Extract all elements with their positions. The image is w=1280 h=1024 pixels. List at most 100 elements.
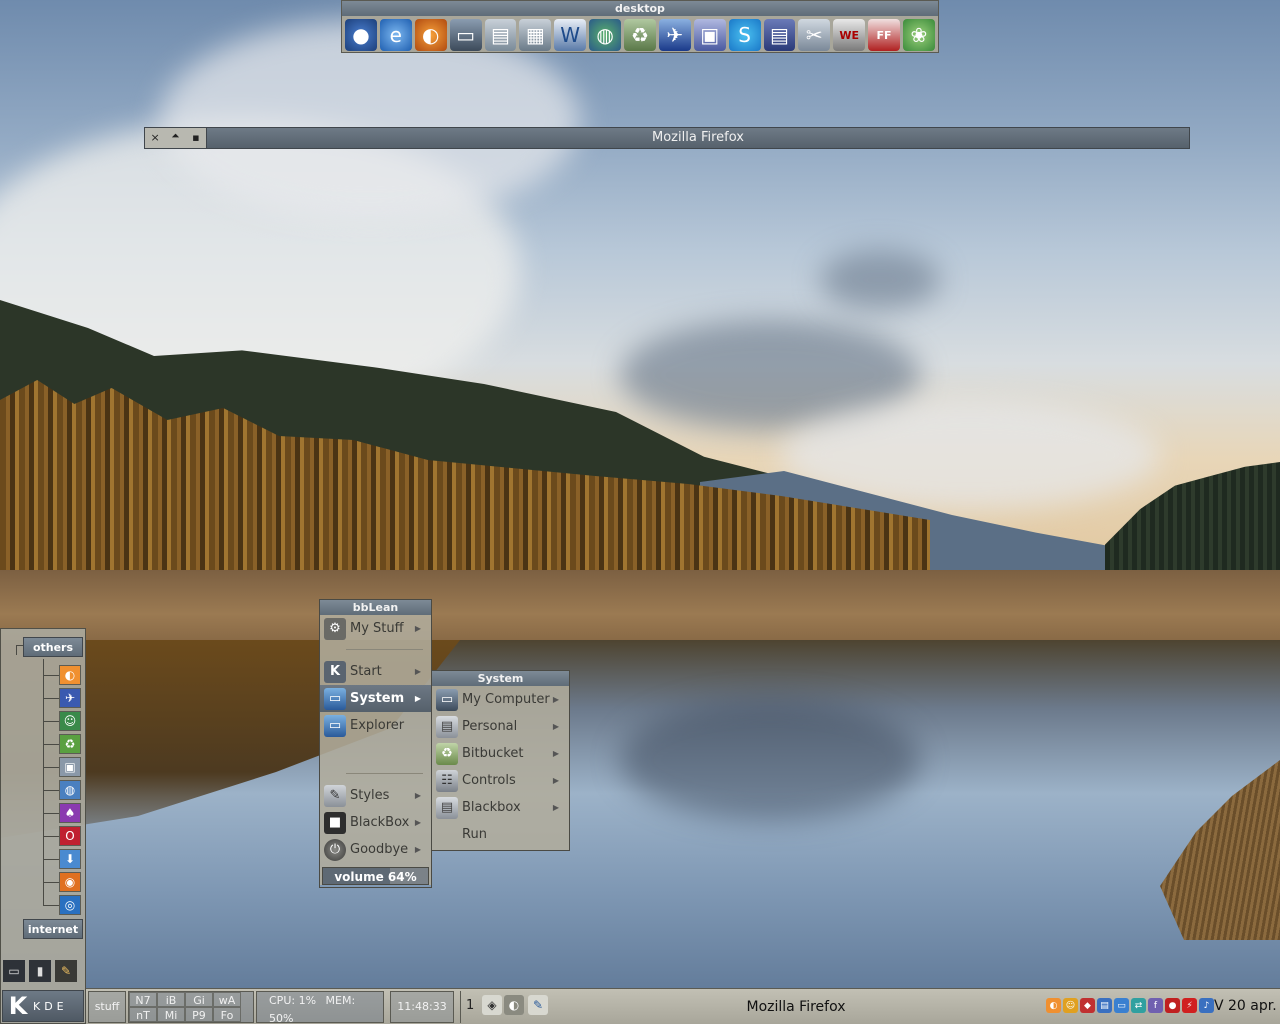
firefox-icon[interactable]: ◐ bbox=[1046, 998, 1061, 1013]
menu-item-system[interactable]: ▭ System ▶ bbox=[320, 685, 431, 712]
menu-item-blackbox[interactable]: ■ BlackBox ▶ bbox=[320, 809, 431, 836]
menu-item-styles[interactable]: ✎ Styles ▶ bbox=[320, 782, 431, 809]
bblean-main-menu: bbLean ⚙ My Stuff ▶ K Start ▶ ▭ System ▶… bbox=[319, 599, 432, 888]
network-icon[interactable]: ▤ bbox=[484, 19, 517, 51]
submenu-arrow-icon: ▶ bbox=[414, 791, 421, 800]
kde-icon: K bbox=[8, 992, 28, 1020]
window-title[interactable]: Mozilla Firefox bbox=[207, 128, 1189, 148]
tools-icon[interactable]: ✎ bbox=[55, 960, 77, 982]
menu-item-blackbox-folder[interactable]: ▤ Blackbox ▶ bbox=[432, 794, 569, 821]
workspace-cell[interactable]: wA bbox=[213, 992, 241, 1007]
menu-item-label: My Computer bbox=[462, 692, 550, 707]
styles-icon: ✎ bbox=[324, 784, 346, 807]
tools-icon[interactable]: ✂ bbox=[798, 19, 831, 51]
font-icon[interactable]: f bbox=[1148, 998, 1163, 1013]
network-diamond-icon[interactable]: ◆ bbox=[1080, 998, 1095, 1013]
submenu-arrow-icon: ▶ bbox=[414, 818, 421, 827]
download-icon[interactable]: ⬇ bbox=[59, 849, 81, 869]
menu-item-bitbucket[interactable]: ♻ Bitbucket ▶ bbox=[432, 740, 569, 767]
workspace-cell[interactable]: Mi bbox=[157, 1007, 185, 1022]
globe-icon[interactable]: ◎ bbox=[59, 895, 81, 915]
my-computer-icon[interactable]: ▭ bbox=[449, 19, 482, 51]
submenu-arrow-icon: ▶ bbox=[552, 776, 559, 785]
game-icon[interactable]: ♠ bbox=[59, 803, 81, 823]
volume-icon[interactable]: ♪ bbox=[1199, 998, 1214, 1013]
desktop-icon[interactable]: ▭ bbox=[3, 960, 25, 982]
internet-explorer-icon[interactable]: e bbox=[379, 19, 412, 51]
desktop-launch-bar: desktop ● e ◐ ▭ ▤ ▦ W ◍ ♻ ✈ ▣ S ▤ ✂ WE F… bbox=[341, 0, 939, 53]
divider bbox=[460, 991, 461, 1023]
firefox-icon[interactable]: ◐ bbox=[504, 995, 524, 1015]
recycle-bin-icon[interactable]: ♻ bbox=[59, 734, 81, 754]
kde-icon: K bbox=[324, 660, 346, 683]
word-document-icon[interactable]: W bbox=[554, 19, 587, 51]
bird-app-icon[interactable]: ✈ bbox=[59, 688, 81, 708]
menu-item-my-stuff[interactable]: ⚙ My Stuff ▶ bbox=[320, 615, 431, 642]
menu-item-controls[interactable]: ☷ Controls ▶ bbox=[432, 767, 569, 794]
menu-item-explorer[interactable]: ▭ Explorer bbox=[320, 712, 431, 739]
network-places-icon[interactable]: ▦ bbox=[519, 19, 552, 51]
archive-box-icon[interactable]: ▣ bbox=[693, 19, 726, 51]
window-icon[interactable]: ◈ bbox=[482, 995, 502, 1015]
display-icon[interactable]: ▭ bbox=[1114, 998, 1129, 1013]
skype-icon[interactable]: S bbox=[728, 19, 761, 51]
switch-icon[interactable]: ⇄ bbox=[1131, 998, 1146, 1013]
workspace-pager: N7 iB Gi wA nT Mi P9 Fo bbox=[128, 991, 254, 1023]
flash-icon[interactable]: ⚡ bbox=[1182, 998, 1197, 1013]
slit-tab-others[interactable]: others bbox=[23, 637, 83, 657]
leaf-app-icon[interactable]: ❀ bbox=[903, 19, 935, 51]
stuff-button[interactable]: stuff bbox=[88, 991, 126, 1023]
network-icon[interactable]: ▤ bbox=[1097, 998, 1112, 1013]
window-buttons: × 🞁 ▪ bbox=[145, 128, 207, 148]
workspace-cell[interactable]: iB bbox=[157, 992, 185, 1007]
launch-icons: ● e ◐ ▭ ▤ ▦ W ◍ ♻ ✈ ▣ S ▤ ✂ WE FF ❀ bbox=[342, 16, 938, 54]
workspace-cell[interactable]: nT bbox=[129, 1007, 157, 1022]
fifa-game-icon[interactable]: FF bbox=[868, 19, 900, 51]
menu-item-label: Personal bbox=[462, 719, 518, 734]
menu-item-label: Start bbox=[350, 664, 382, 679]
terminal-icon[interactable]: ▮ bbox=[29, 960, 51, 982]
bird-app-icon[interactable]: ✈ bbox=[658, 19, 691, 51]
volume-slider[interactable]: volume 64% bbox=[322, 867, 429, 885]
winning-eleven-icon[interactable]: WE bbox=[833, 19, 866, 51]
menu-item-label: Bitbucket bbox=[462, 746, 524, 761]
menu-item-start[interactable]: K Start ▶ bbox=[320, 658, 431, 685]
record-icon[interactable]: ● bbox=[1165, 998, 1180, 1013]
workspace-cell[interactable]: P9 bbox=[185, 1007, 213, 1022]
trash-icon[interactable]: ▣ bbox=[59, 757, 81, 777]
close-button[interactable]: × bbox=[148, 131, 162, 145]
menu-item-label: Styles bbox=[350, 788, 390, 803]
network-icon[interactable]: ◍ bbox=[59, 780, 81, 800]
recycle-bin-icon[interactable]: ♻ bbox=[624, 19, 656, 51]
desk-number[interactable]: 1 bbox=[466, 998, 474, 1013]
desktop-wallpaper bbox=[0, 0, 1280, 1024]
cloud-reflection bbox=[620, 700, 920, 820]
menu-item-goodbye[interactable]: ⏻ Goodbye ▶ bbox=[320, 836, 431, 863]
floppy-save-icon[interactable]: ▤ bbox=[763, 19, 796, 51]
menu-item-personal[interactable]: ▤ Personal ▶ bbox=[432, 713, 569, 740]
tools-icon[interactable]: ✎ bbox=[528, 995, 548, 1015]
google-earth-icon[interactable]: ● bbox=[345, 19, 377, 51]
opera-icon[interactable]: O bbox=[59, 826, 81, 846]
menu-separator bbox=[320, 642, 431, 658]
smiley-icon[interactable]: ☺ bbox=[1063, 998, 1078, 1013]
menu-item-run[interactable]: Run bbox=[432, 821, 569, 848]
chat-icon[interactable]: ☺ bbox=[59, 711, 81, 731]
slit-tab-internet[interactable]: internet bbox=[23, 919, 83, 939]
network-globe-icon[interactable]: ◍ bbox=[589, 19, 621, 51]
workspace-cell[interactable]: Fo bbox=[213, 1007, 241, 1022]
menu-body: ▭ My Computer ▶ ▤ Personal ▶ ♻ Bitbucket… bbox=[432, 686, 569, 850]
firefox-icon[interactable]: ◐ bbox=[414, 19, 447, 51]
firefox-window-titlebar[interactable]: × 🞁 ▪ Mozilla Firefox bbox=[144, 127, 1190, 149]
maximize-button[interactable]: 🞁 bbox=[168, 131, 182, 145]
orange-app-icon[interactable]: ◉ bbox=[59, 872, 81, 892]
kde-start-button[interactable]: K KDE bbox=[2, 990, 84, 1022]
menu-item-my-computer[interactable]: ▭ My Computer ▶ bbox=[432, 686, 569, 713]
tree-line bbox=[16, 645, 17, 655]
menu-item-label: Run bbox=[462, 827, 487, 842]
workspace-cell[interactable]: Gi bbox=[185, 992, 213, 1007]
workspace-cell[interactable]: N7 bbox=[129, 992, 157, 1007]
firefox-icon[interactable]: ◐ bbox=[59, 665, 81, 685]
active-task-title[interactable]: Mozilla Firefox bbox=[556, 993, 1036, 1021]
minimize-button[interactable]: ▪ bbox=[189, 131, 203, 145]
